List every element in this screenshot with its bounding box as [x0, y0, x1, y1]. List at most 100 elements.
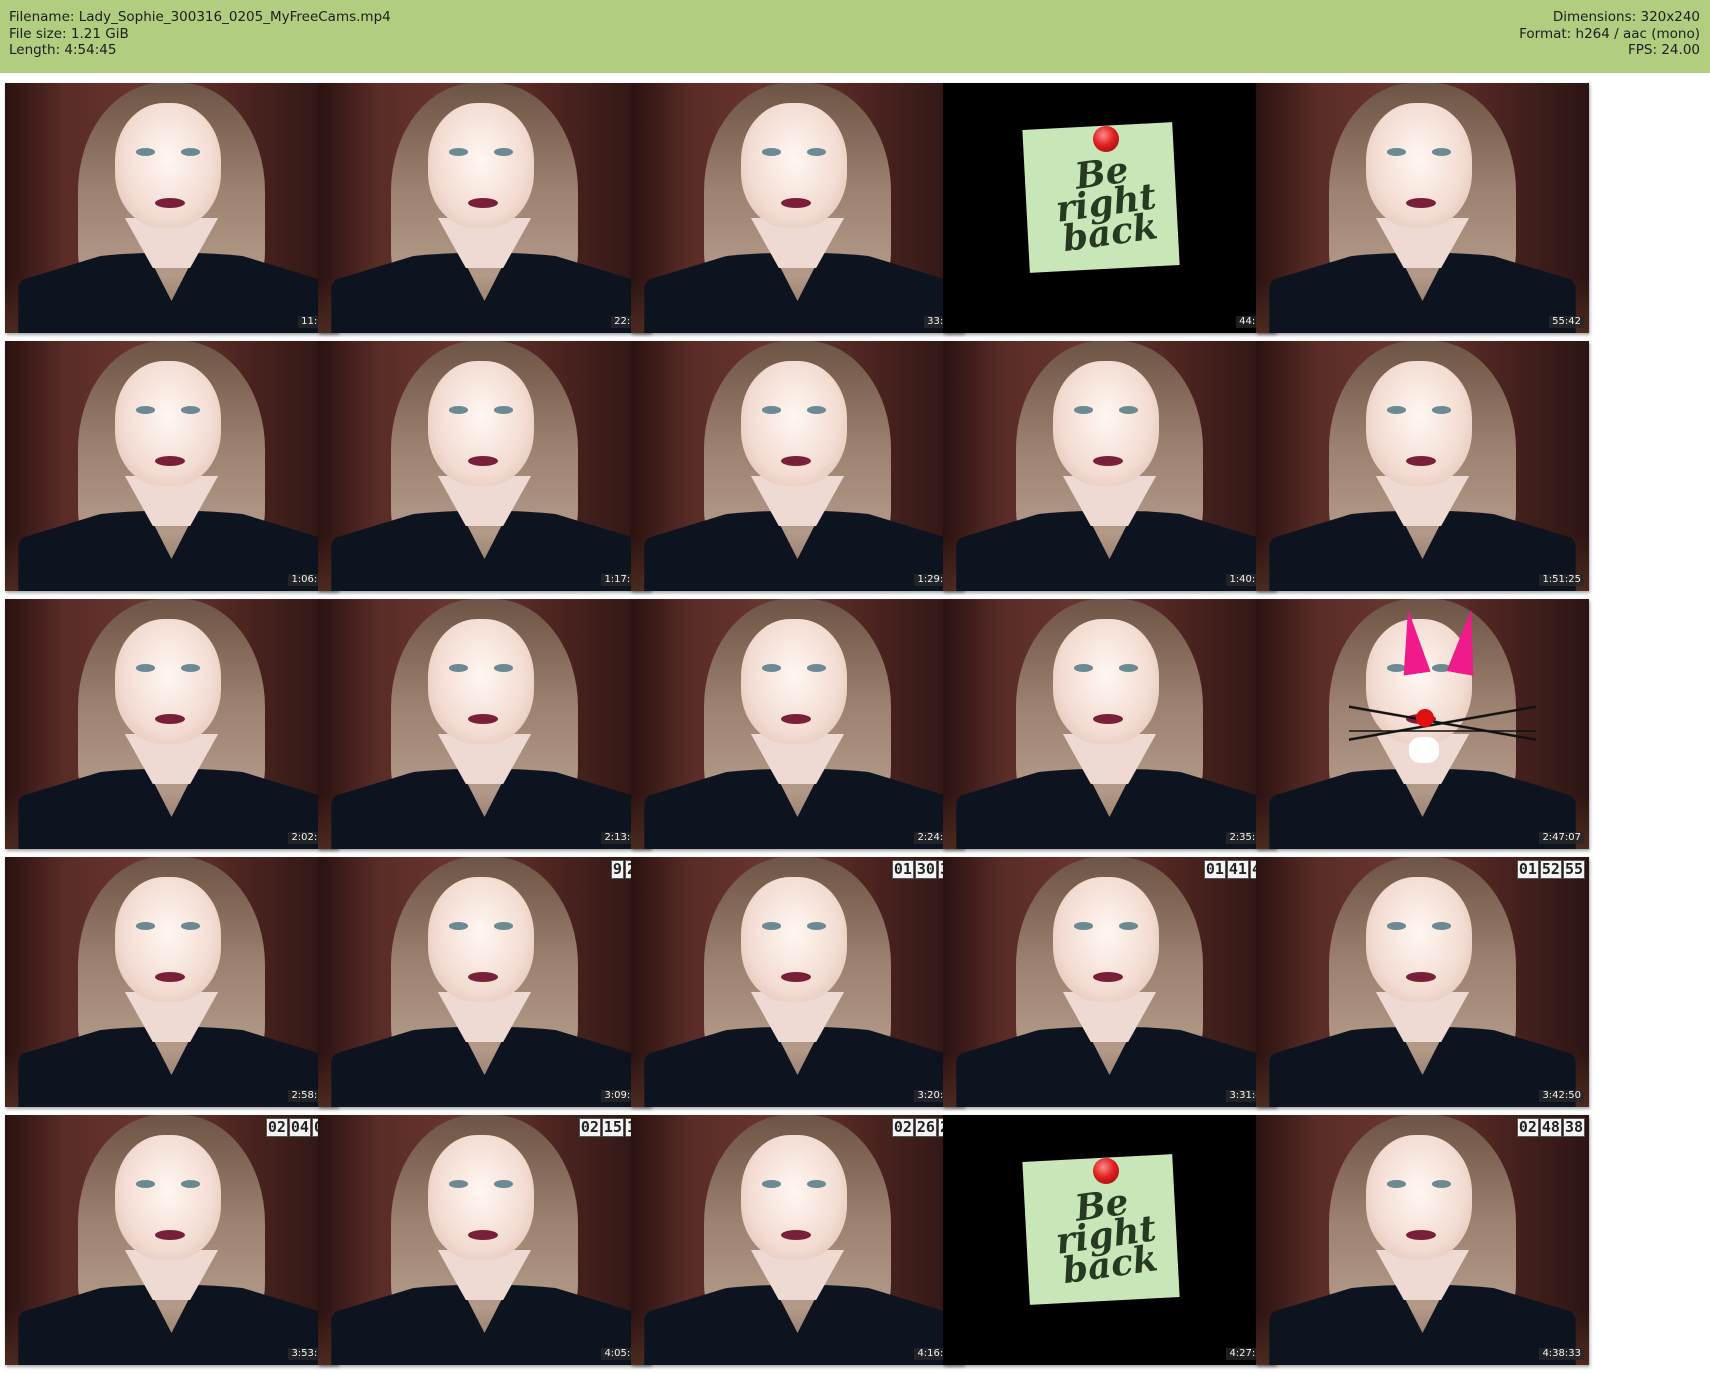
lips — [780, 714, 811, 724]
face — [114, 877, 222, 1002]
timestamp-label: 4:38:33 — [1539, 1348, 1584, 1360]
stream-clock-overlay: 01 52 55 — [1516, 860, 1585, 879]
video-thumbnail: 1:29:08 — [631, 341, 964, 591]
face — [740, 877, 848, 1002]
video-thumbnail: 2:35:59 — [943, 599, 1276, 849]
face — [740, 619, 848, 744]
lips — [154, 1230, 185, 1240]
clock-digits: 41 — [1226, 860, 1249, 879]
be-right-back-text: Be right back — [1053, 148, 1161, 261]
video-thumbnail: 2:58:16 — [5, 857, 338, 1107]
video-thumbnail: 33:25 — [631, 83, 964, 333]
face — [114, 619, 222, 744]
clock-digits: 55 — [1562, 860, 1585, 879]
bunny-teeth-icon — [1409, 736, 1440, 763]
push-pin-icon — [1092, 1157, 1119, 1184]
lips — [1405, 198, 1436, 208]
clock-digits: 02 — [891, 1118, 914, 1137]
video-thumbnail: 9293:09:24 — [318, 857, 651, 1107]
clock-digits: 02 — [1516, 1118, 1539, 1137]
face — [1365, 361, 1473, 486]
timestamp-label: 55:42 — [1549, 316, 1584, 328]
video-thumbnail: 11:08 — [5, 83, 338, 333]
lips — [1405, 972, 1436, 982]
lips — [154, 972, 185, 982]
clock-digits: 02 — [578, 1118, 601, 1137]
lips — [467, 198, 498, 208]
video-thumbnail: 1:51:25 — [1256, 341, 1589, 591]
clock-digits: 04 — [288, 1118, 311, 1137]
clock-digits: 38 — [1562, 1118, 1585, 1137]
lips — [467, 1230, 498, 1240]
video-thumbnail: Be right back 44:34 — [943, 83, 1276, 333]
clock-digits: 01 — [1516, 860, 1539, 879]
clock-digits: 9 — [610, 860, 624, 879]
lips — [1092, 714, 1123, 724]
video-thumbnail: 2:47:07 — [1256, 599, 1589, 849]
video-thumbnail: 01 52 55 3:42:50 — [1256, 857, 1589, 1107]
face — [1052, 877, 1160, 1002]
clock-digits: 26 — [914, 1118, 937, 1137]
face — [114, 103, 222, 228]
timestamp-label: 1:51:25 — [1539, 574, 1584, 586]
video-thumbnail: 2:24:50 — [631, 599, 964, 849]
lips — [1092, 456, 1123, 466]
bunny-ears-icon — [1399, 609, 1479, 674]
video-thumbnail: Be right back 4:27:24 — [943, 1115, 1276, 1365]
face — [740, 103, 848, 228]
clock-digits: 30 — [914, 860, 937, 879]
face — [1052, 619, 1160, 744]
video-thumbnail: 0204043:53:59 — [5, 1115, 338, 1365]
clock-digits: 48 — [1539, 1118, 1562, 1137]
lips — [1092, 972, 1123, 982]
face — [1365, 1135, 1473, 1260]
video-thumbnail: 55:42 — [1256, 83, 1589, 333]
face — [427, 361, 535, 486]
video-thumbnail: 02 48 38 4:38:33 — [1256, 1115, 1589, 1365]
lips — [1405, 456, 1436, 466]
bunny-nose-icon — [1415, 709, 1434, 727]
face — [1365, 877, 1473, 1002]
clock-digits: 01 — [1203, 860, 1226, 879]
lips — [467, 456, 498, 466]
lips — [467, 972, 498, 982]
video-thumbnail: 2:02:33 — [5, 599, 338, 849]
face — [740, 1135, 848, 1260]
clock-digits: 01 — [891, 860, 914, 879]
lips — [780, 1230, 811, 1240]
face — [427, 877, 535, 1002]
face — [1052, 361, 1160, 486]
whiskers-icon — [1349, 699, 1536, 749]
face — [114, 361, 222, 486]
lips — [154, 456, 185, 466]
lips — [467, 714, 498, 724]
clock-digits: 02 — [265, 1118, 288, 1137]
video-thumbnail: 0226214:16:16 — [631, 1115, 964, 1365]
timestamp-label: 2:47:07 — [1539, 832, 1584, 844]
face — [427, 619, 535, 744]
face — [1365, 103, 1473, 228]
video-thumbnail: 1:06:51 — [5, 341, 338, 591]
face — [114, 1135, 222, 1260]
timestamp-label: 3:42:50 — [1539, 1090, 1584, 1102]
video-thumbnail: 0130383:20:33 — [631, 857, 964, 1107]
be-right-back-text: Be right back — [1053, 1180, 1161, 1293]
push-pin-icon — [1092, 125, 1119, 152]
lips — [780, 972, 811, 982]
lips — [154, 714, 185, 724]
clock-digits: 15 — [601, 1118, 624, 1137]
video-thumbnail: 0215124:05:07 — [318, 1115, 651, 1365]
clock-digits: 52 — [1539, 860, 1562, 879]
video-thumbnail: 1:40:16 — [943, 341, 1276, 591]
lips — [780, 198, 811, 208]
face — [427, 103, 535, 228]
thumbnail-grid: 11:08 22:17 33:25 Be right back 44:34 55:42 1:06… — [0, 0, 1710, 1373]
video-thumbnail: 0141473:31:42 — [943, 857, 1276, 1107]
lips — [154, 198, 185, 208]
lips — [1405, 1230, 1436, 1240]
face — [427, 1135, 535, 1260]
video-thumbnail: 22:17 — [318, 83, 651, 333]
video-thumbnail: 2:13:42 — [318, 599, 651, 849]
video-thumbnail: 1:17:59 — [318, 341, 651, 591]
stream-clock-overlay: 02 48 38 — [1516, 1118, 1585, 1137]
